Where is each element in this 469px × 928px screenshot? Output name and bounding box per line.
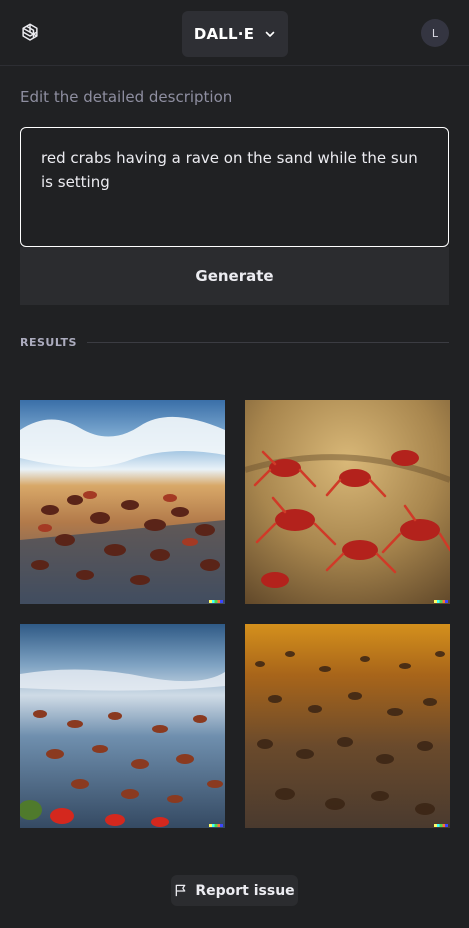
signature-mark [434, 600, 448, 603]
openai-logo-icon[interactable] [19, 22, 41, 44]
model-label: DALL·E [193, 25, 255, 43]
signature-mark [209, 600, 223, 603]
results-header: RESULTS [20, 334, 449, 350]
result-image-1[interactable] [20, 400, 225, 604]
red-crabs-on-sand-closeup-image [245, 400, 450, 604]
results-label: RESULTS [20, 335, 77, 349]
result-image-2[interactable] [245, 400, 450, 604]
top-bar: DALL·E L [0, 0, 469, 66]
report-issue-label: Report issue [195, 882, 295, 899]
prompt-textarea[interactable]: red crabs having a rave on the sand whil… [20, 127, 449, 247]
report-issue-button[interactable]: Report issue [171, 875, 298, 906]
chevron-down-icon [265, 31, 275, 37]
crabs-on-wet-shore-image [20, 624, 225, 828]
generate-button[interactable]: Generate [20, 247, 449, 305]
flag-icon [176, 884, 186, 897]
signature-mark [434, 824, 448, 827]
divider [86, 341, 449, 343]
crabs-at-sunset-sand-image [245, 624, 450, 828]
signature-mark [209, 824, 223, 827]
model-selector-button[interactable]: DALL·E [182, 11, 288, 57]
result-image-4[interactable] [245, 624, 450, 828]
edit-description-label: Edit the detailed description [20, 88, 233, 106]
crabs-on-shore-with-waves-image [20, 400, 225, 604]
result-image-3[interactable] [20, 624, 225, 828]
avatar[interactable]: L [421, 19, 449, 47]
